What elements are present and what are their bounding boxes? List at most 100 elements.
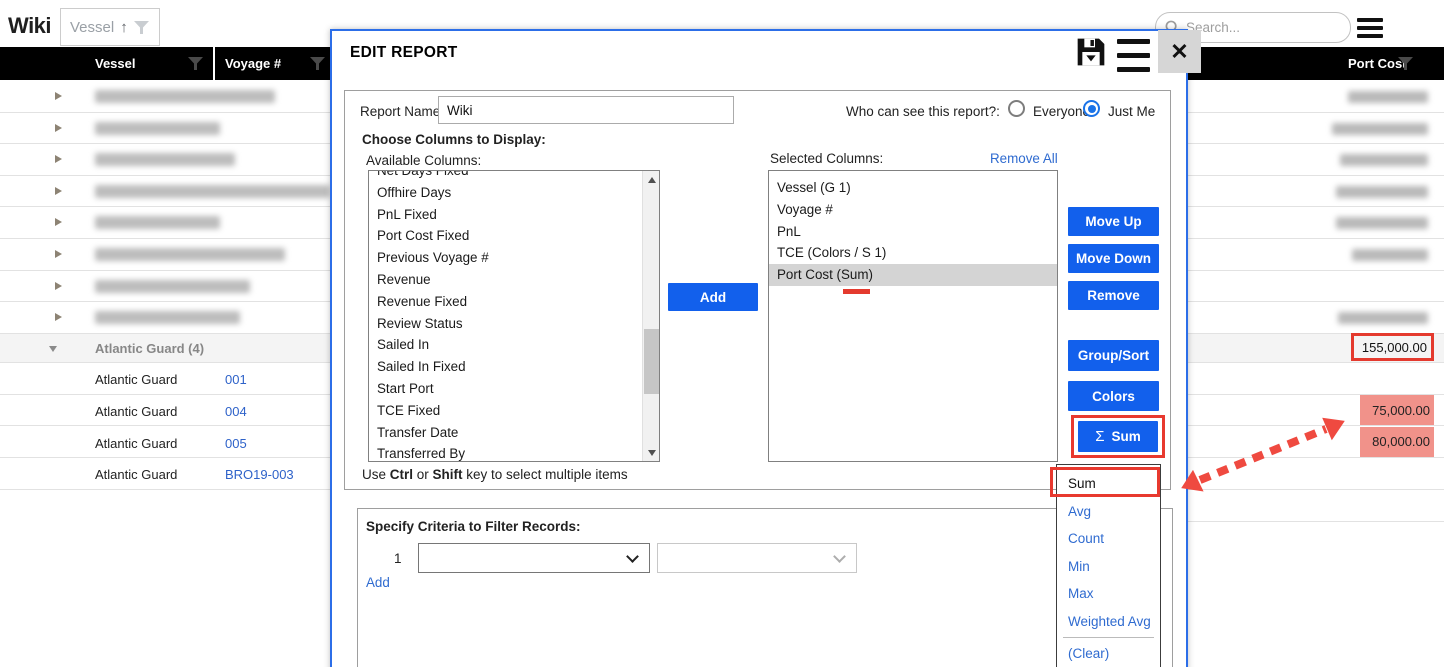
report-name-input[interactable] <box>438 96 734 124</box>
blurred-port-cost <box>1336 186 1428 198</box>
criteria-row-number: 1 <box>394 551 402 566</box>
agg-menu-item-clear[interactable]: (Clear) <box>1057 640 1160 667</box>
colors-button[interactable]: Colors <box>1068 381 1159 411</box>
page-menu-icon[interactable] <box>1357 18 1383 38</box>
agg-menu-item-max[interactable]: Max <box>1057 580 1160 608</box>
expand-icon[interactable] <box>55 282 62 290</box>
port-cost-filter-icon[interactable] <box>1398 57 1413 70</box>
choose-columns-title: Choose Columns to Display: <box>362 132 546 147</box>
group-port-cost-value: 155,000.00 <box>1362 340 1427 355</box>
highlighted-port-cost-cell: 75,000.00 <box>1360 395 1434 426</box>
radio-just-me[interactable] <box>1083 100 1100 117</box>
scrollbar-thumb[interactable] <box>644 329 659 394</box>
modal-close-button[interactable]: ✕ <box>1158 30 1201 73</box>
voyage-link[interactable]: 004 <box>225 404 247 419</box>
available-item[interactable]: Offhire Days <box>369 182 642 204</box>
available-item[interactable]: Transfer Date <box>369 422 642 444</box>
remove-all-link[interactable]: Remove All <box>990 151 1058 166</box>
available-item[interactable]: Net Days Fixed <box>369 171 642 182</box>
agg-menu-item-min[interactable]: Min <box>1057 553 1160 581</box>
selected-item[interactable]: Voyage # <box>769 199 1057 221</box>
available-item[interactable]: Revenue <box>369 269 642 291</box>
scroll-down-icon[interactable] <box>643 444 660 461</box>
aggregate-menu: Sum Avg Count Min Max Weighted Avg (Clea… <box>1056 464 1161 667</box>
sort-filter-chip[interactable]: Vessel ↑ <box>60 8 160 46</box>
expand-icon[interactable] <box>55 250 62 258</box>
selected-item-highlighted[interactable]: Port Cost (Sum) <box>769 264 1057 286</box>
report-name-label: Report Name: <box>360 104 444 119</box>
voyage-link[interactable]: 005 <box>225 436 247 451</box>
move-down-button[interactable]: Move Down <box>1068 244 1159 273</box>
blurred-vessel-name <box>95 185 330 198</box>
move-up-button[interactable]: Move Up <box>1068 207 1159 236</box>
vessel-cell: Atlantic Guard <box>95 436 177 451</box>
available-item[interactable]: Transferred By <box>369 443 642 461</box>
blurred-vessel-name <box>95 153 235 166</box>
blurred-vessel-name <box>95 216 220 229</box>
report-settings-panel: Report Name: Who can see this report?: E… <box>344 90 1171 490</box>
available-item[interactable]: Revenue Fixed <box>369 291 642 313</box>
expand-icon[interactable] <box>55 124 62 132</box>
voyage-link[interactable]: 001 <box>225 372 247 387</box>
vessel-filter-icon[interactable] <box>188 57 203 70</box>
remove-button[interactable]: Remove <box>1068 281 1159 310</box>
group-label: Atlantic Guard (4) <box>95 341 204 356</box>
expand-icon[interactable] <box>55 155 62 163</box>
selected-item[interactable]: Vessel (G 1) <box>769 177 1057 199</box>
scroll-up-icon[interactable] <box>643 171 660 188</box>
criteria-add-link[interactable]: Add <box>366 575 390 590</box>
agg-menu-item-count[interactable]: Count <box>1057 525 1160 553</box>
search-input[interactable] <box>1186 20 1336 35</box>
available-item[interactable]: PnL Fixed <box>369 204 642 226</box>
chevron-down-icon <box>626 550 639 563</box>
voyage-filter-icon[interactable] <box>310 57 325 70</box>
radio-everyone[interactable] <box>1008 100 1025 117</box>
criteria-title: Specify Criteria to Filter Records: <box>366 519 581 534</box>
available-item[interactable]: Sailed In Fixed <box>369 356 642 378</box>
modal-menu-icon[interactable] <box>1117 39 1150 77</box>
column-header-vessel: Vessel <box>95 47 136 80</box>
criteria-field-select[interactable] <box>418 543 650 573</box>
selected-item[interactable]: TCE (Colors / S 1) <box>769 242 1057 264</box>
criteria-value-select[interactable] <box>657 543 857 573</box>
sum-button[interactable]: Σ Sum <box>1078 421 1158 452</box>
voyage-link[interactable]: BRO19-003 <box>225 467 294 482</box>
port-cost-value: 75,000.00 <box>1372 403 1430 418</box>
blurred-vessel-name <box>95 248 285 261</box>
blurred-port-cost <box>1352 249 1428 261</box>
close-icon: ✕ <box>1170 39 1188 65</box>
selected-item[interactable]: PnL <box>769 221 1057 243</box>
radio-everyone-label[interactable]: Everyone <box>1033 104 1090 119</box>
row-divider <box>1187 521 1444 522</box>
agg-menu-item-weighted-avg[interactable]: Weighted Avg <box>1057 608 1160 636</box>
agg-menu-item-sum[interactable]: Sum <box>1057 470 1160 498</box>
expand-icon[interactable] <box>55 313 62 321</box>
vessel-cell: Atlantic Guard <box>95 404 177 419</box>
agg-menu-item-avg[interactable]: Avg <box>1057 498 1160 526</box>
save-icon[interactable] <box>1075 34 1107 70</box>
available-item[interactable]: Sailed In <box>369 334 642 356</box>
expand-icon[interactable] <box>55 218 62 226</box>
available-item[interactable]: Port Cost Fixed <box>369 225 642 247</box>
available-columns-label: Available Columns: <box>366 153 481 168</box>
multi-select-hint: Use Ctrl or Shift key to select multiple… <box>362 467 628 482</box>
header-separator <box>213 47 215 80</box>
add-button[interactable]: Add <box>668 283 758 311</box>
available-columns-listbox[interactable]: Net Days Fixed Offhire Days PnL Fixed Po… <box>368 170 660 462</box>
available-item[interactable]: Review Status <box>369 313 642 335</box>
scrollbar[interactable] <box>642 171 659 461</box>
chevron-down-icon <box>833 550 846 563</box>
available-item[interactable]: Start Port <box>369 378 642 400</box>
available-item[interactable]: Previous Voyage # <box>369 247 642 269</box>
collapse-icon[interactable] <box>49 346 57 352</box>
available-item[interactable]: TCE Fixed <box>369 400 642 422</box>
visibility-label: Who can see this report?: <box>846 104 1000 119</box>
sort-ascending-icon: ↑ <box>120 19 128 36</box>
selected-columns-listbox[interactable]: Vessel (G 1) Voyage # PnL TCE (Colors / … <box>768 170 1058 462</box>
expand-icon[interactable] <box>55 187 62 195</box>
expand-icon[interactable] <box>55 92 62 100</box>
page-title: Wiki <box>8 13 51 39</box>
group-sort-button[interactable]: Group/Sort <box>1068 340 1159 371</box>
radio-just-me-label[interactable]: Just Me <box>1108 104 1155 119</box>
blurred-port-cost <box>1338 312 1428 324</box>
